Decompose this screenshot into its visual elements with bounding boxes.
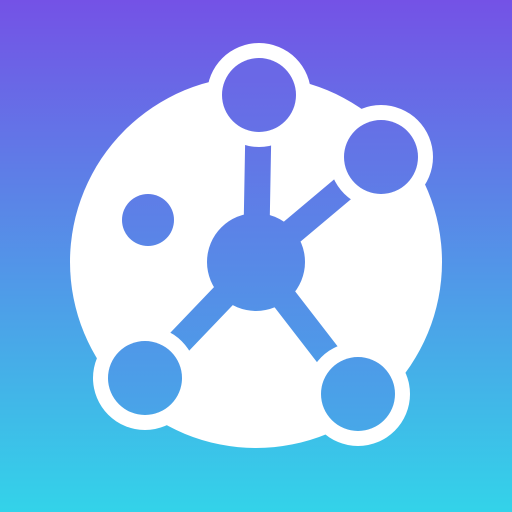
- network-hub-app-icon: [0, 0, 512, 512]
- isolated-node: [122, 194, 174, 246]
- center-hub-node: [207, 213, 305, 311]
- bottom-right-node: [321, 357, 395, 431]
- top-node: [222, 58, 296, 132]
- bottom-left-node: [108, 341, 182, 415]
- network-hub-icon: [0, 0, 512, 512]
- right-node: [344, 120, 418, 194]
